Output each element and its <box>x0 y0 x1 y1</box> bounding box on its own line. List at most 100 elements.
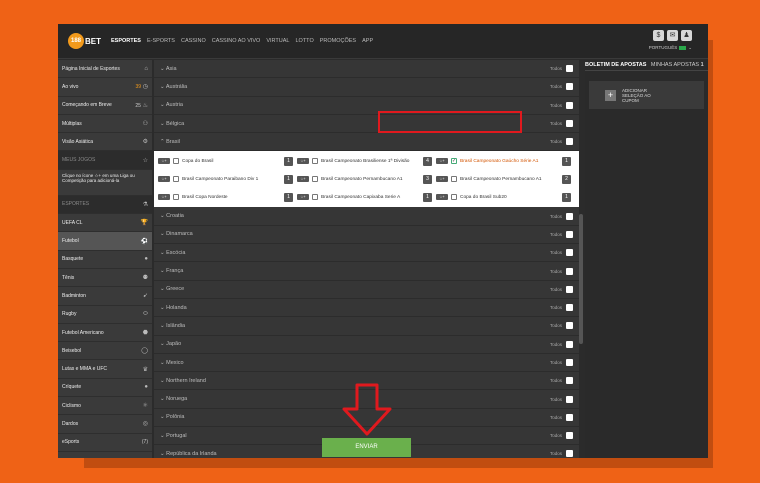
competition-checkbox[interactable] <box>173 158 179 165</box>
competition-item[interactable]: ☆+ Brasil Campeonato Pernambucano A1 3 <box>297 170 436 188</box>
submit-button[interactable]: ENVIAR <box>322 438 411 457</box>
nav-item-5[interactable]: LOTTO <box>295 38 313 44</box>
competition-checkbox[interactable] <box>312 194 318 201</box>
todos-checkbox[interactable] <box>566 101 573 109</box>
todos-checkbox[interactable] <box>566 359 573 366</box>
todos-toggle[interactable]: Todos <box>550 138 573 146</box>
competition-checkbox[interactable] <box>312 158 318 165</box>
todos-checkbox[interactable] <box>566 212 573 220</box>
favorite-tag-icon[interactable]: ☆+ <box>158 158 170 165</box>
sidebar-item-0[interactable]: Página Inicial de Esportes ⌂ <box>58 60 152 79</box>
favorite-tag-icon[interactable]: ☆+ <box>158 176 170 183</box>
sidebar-item-13[interactable]: Rugby ⬭ <box>58 306 152 324</box>
todos-checkbox[interactable] <box>566 450 573 458</box>
country-row[interactable]: ⌄ França Todos <box>154 262 579 281</box>
mail-icon[interactable]: ✉ <box>667 30 678 41</box>
favorite-tag-icon[interactable]: ☆+ <box>297 176 309 183</box>
nav-item-3[interactable]: CASSINO AO VIVO <box>212 38 261 44</box>
todos-checkbox[interactable] <box>566 230 573 238</box>
country-row[interactable]: ⌄ Japão Todos <box>154 336 579 354</box>
todos-toggle[interactable]: Todos <box>550 120 573 128</box>
country-row[interactable]: ⌄ Holanda Todos <box>154 299 579 318</box>
todos-toggle[interactable]: Todos <box>550 395 573 403</box>
todos-toggle[interactable]: Todos <box>550 304 573 312</box>
competition-item[interactable]: ☆+ Brasil Campeonato Paraibano Div 1 1 <box>158 170 297 188</box>
competition-checkbox[interactable] <box>173 194 179 201</box>
logo[interactable]: 188 BET <box>68 33 101 49</box>
tab-my-bets[interactable]: MINHAS APOSTAS 1 <box>647 60 709 70</box>
competition-item[interactable]: ☆+ Brasil Campeonato Capixaba Serie A 1 <box>297 188 436 206</box>
sidebar-item-15[interactable]: Beisebol ◯ <box>58 342 152 361</box>
country-row[interactable]: ⌄ Escócia Todos <box>154 244 579 263</box>
todos-checkbox[interactable] <box>566 120 573 128</box>
favorite-tag-icon[interactable]: ☆+ <box>297 194 309 201</box>
country-row[interactable]: ⌃ Brasil Todos <box>154 133 579 152</box>
sidebar-item-10[interactable]: Basquete ● <box>58 251 152 269</box>
favorite-tag-icon[interactable]: ☆+ <box>436 194 448 201</box>
todos-checkbox[interactable] <box>566 249 573 257</box>
sidebar-item-20[interactable]: eSports (7) <box>58 434 152 452</box>
wallet-icon[interactable]: $ <box>653 30 664 41</box>
country-row[interactable]: ⌄ Austrália Todos <box>154 78 579 97</box>
todos-toggle[interactable]: Todos <box>550 101 573 109</box>
todos-toggle[interactable]: Todos <box>550 413 573 421</box>
competition-item[interactable]: ☆+ Brasil Campeonato Pernambucano A1 2 <box>436 170 575 188</box>
competition-checkbox[interactable]: ✓ <box>451 158 457 165</box>
country-row[interactable]: ⌄ Greece Todos <box>154 281 579 299</box>
sidebar-item-8[interactable]: UEFA CL 🏆 <box>58 214 152 233</box>
country-row[interactable]: ⌄ Dinamarca Todos <box>154 226 579 245</box>
language-selector[interactable]: PORTUGUÊS ⌄ <box>649 45 692 51</box>
sidebar-item-12[interactable]: Badminton ➹ <box>58 287 152 306</box>
competition-checkbox[interactable] <box>451 194 457 201</box>
todos-toggle[interactable]: Todos <box>550 450 573 458</box>
nav-item-2[interactable]: CASSINO <box>181 38 206 44</box>
todos-toggle[interactable]: Todos <box>550 432 573 440</box>
sidebar-item-1[interactable]: Ao vivo 39 ◷ <box>58 78 152 97</box>
sidebar-item-9[interactable]: Futebol ⚽ <box>58 232 152 251</box>
todos-checkbox[interactable] <box>566 413 573 421</box>
todos-checkbox[interactable] <box>566 322 573 330</box>
country-row[interactable]: ⌄ Mexico Todos <box>154 354 579 373</box>
sidebar-item-11[interactable]: Tênis ⚉ <box>58 269 152 288</box>
scrollbar[interactable] <box>579 214 583 344</box>
competition-item[interactable]: ☆+ Brasil Copa Nordeste 1 <box>158 188 297 206</box>
country-row[interactable]: ⌄ Islândia Todos <box>154 317 579 336</box>
sidebar-item-2[interactable]: Começando em Breve 25 ♨ <box>58 97 152 115</box>
todos-toggle[interactable]: Todos <box>550 285 573 293</box>
todos-toggle[interactable]: Todos <box>550 230 573 238</box>
competition-item[interactable]: ☆+ Brasil Campeonato Brasiliense 1ª Divis… <box>297 152 436 170</box>
todos-checkbox[interactable] <box>566 83 573 91</box>
nav-item-0[interactable]: ESPORTES <box>111 38 141 44</box>
nav-item-7[interactable]: APP <box>362 38 373 44</box>
todos-toggle[interactable]: Todos <box>550 377 573 385</box>
favorite-tag-icon[interactable]: ☆+ <box>158 194 170 201</box>
todos-checkbox[interactable] <box>566 65 573 73</box>
sidebar-item-16[interactable]: Lutas e MMA e UFC ♛ <box>58 360 152 379</box>
todos-checkbox[interactable] <box>566 377 573 385</box>
favorite-tag-icon[interactable]: ☆+ <box>436 176 448 183</box>
competition-item[interactable]: ☆+ ✓ Brasil Campeonato Gaúcho Série A1 1 <box>436 152 575 170</box>
todos-toggle[interactable]: Todos <box>550 65 573 73</box>
sidebar-item-3[interactable]: Múltiplas ⚇ <box>58 115 152 134</box>
todos-checkbox[interactable] <box>566 304 573 312</box>
todos-checkbox[interactable] <box>566 285 573 293</box>
nav-item-4[interactable]: VIRTUAL <box>266 38 289 44</box>
todos-checkbox[interactable] <box>566 395 573 403</box>
nav-item-1[interactable]: E-SPORTS <box>147 38 175 44</box>
todos-toggle[interactable]: Todos <box>550 340 573 348</box>
todos-toggle[interactable]: Todos <box>550 212 573 220</box>
todos-checkbox[interactable] <box>566 432 573 440</box>
country-row[interactable]: ⌄ Croatia Todos <box>154 207 579 226</box>
todos-toggle[interactable]: Todos <box>550 249 573 257</box>
todos-toggle[interactable]: Todos <box>550 267 573 275</box>
competition-checkbox[interactable] <box>312 176 318 183</box>
favorite-tag-icon[interactable]: ☆+ <box>297 158 309 165</box>
competition-item[interactable]: ☆+ Copa do Brasil Sub20 1 <box>436 188 575 206</box>
nav-item-6[interactable]: PROMOÇÕES <box>320 38 356 44</box>
todos-toggle[interactable]: Todos <box>550 322 573 330</box>
sidebar-item-14[interactable]: Futebol Americano ⬣ <box>58 324 152 343</box>
competition-item[interactable]: ☆+ Copa do Brasil 1 <box>158 152 297 170</box>
todos-checkbox[interactable] <box>566 267 573 275</box>
todos-toggle[interactable]: Todos <box>550 359 573 366</box>
user-icon[interactable]: ♟ <box>681 30 692 41</box>
